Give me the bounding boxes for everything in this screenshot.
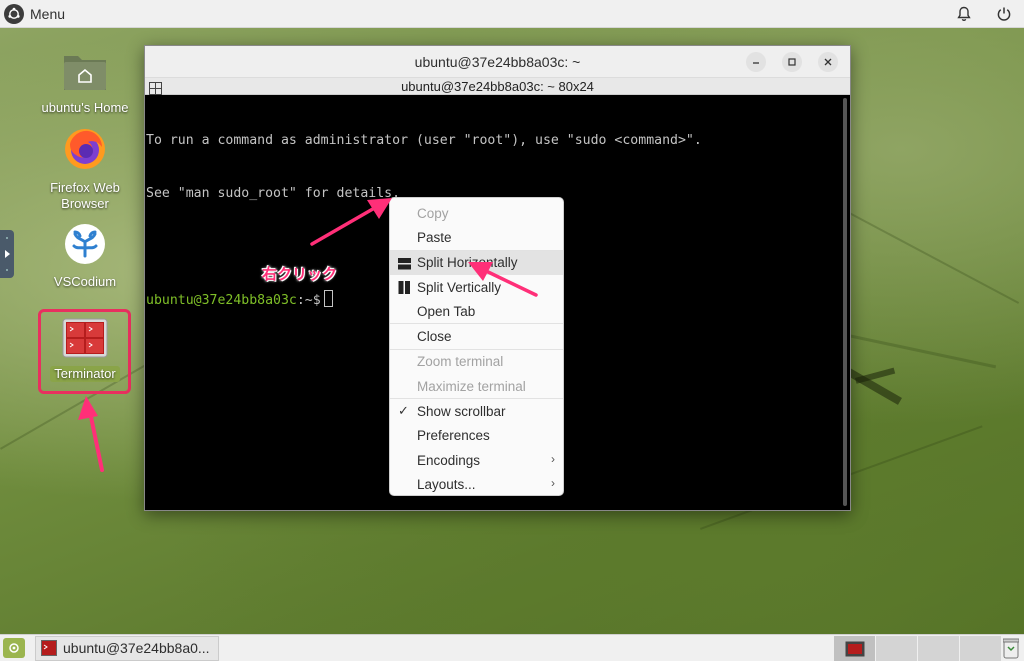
minimize-button[interactable] bbox=[746, 52, 766, 72]
chevron-right-icon: › bbox=[551, 476, 555, 491]
menu-item-copy[interactable]: Copy bbox=[390, 201, 563, 225]
menu-item-split-horizontally[interactable]: Split Horizontally bbox=[390, 250, 563, 275]
terminator-small-icon bbox=[41, 640, 57, 656]
workspace-2[interactable] bbox=[876, 636, 918, 661]
workspace-1[interactable] bbox=[834, 636, 876, 661]
split-vertical-icon bbox=[398, 280, 410, 294]
menu-label: Menu bbox=[30, 5, 66, 22]
home-folder-icon bbox=[62, 50, 108, 96]
context-menu: Copy Paste Split Horizontally Split Vert… bbox=[389, 197, 564, 496]
prompt-user: ubuntu@37e24bb8a03c bbox=[146, 292, 297, 308]
split-horizontal-icon bbox=[398, 257, 411, 270]
menu-item-preferences[interactable]: Preferences bbox=[390, 424, 563, 448]
maximize-button[interactable] bbox=[782, 52, 802, 72]
terminal-cursor bbox=[323, 289, 333, 307]
power-icon[interactable] bbox=[994, 4, 1014, 24]
check-icon: ✓ bbox=[398, 403, 409, 419]
scrollbar-thumb[interactable] bbox=[843, 98, 847, 506]
menu-button[interactable]: Menu bbox=[0, 0, 65, 28]
chevron-right-icon: › bbox=[551, 451, 555, 466]
desktop-icon-home[interactable]: ubuntu's Home bbox=[35, 50, 135, 116]
trash-icon[interactable] bbox=[1002, 637, 1020, 659]
menu-item-maximize-terminal[interactable]: Maximize terminal bbox=[390, 374, 563, 398]
notification-bell-icon[interactable] bbox=[954, 4, 974, 24]
menu-item-layouts[interactable]: Layouts... › bbox=[390, 472, 563, 496]
terminator-small-icon bbox=[845, 641, 864, 656]
terminal-line: To run a command as administrator (user … bbox=[146, 133, 702, 148]
menu-item-open-tab[interactable]: Open Tab bbox=[390, 299, 563, 323]
desktop-icon-firefox[interactable]: Firefox Web Browser bbox=[35, 126, 135, 212]
firefox-icon bbox=[62, 126, 108, 176]
menu-item-close[interactable]: Close bbox=[390, 324, 563, 348]
panel-handle[interactable] bbox=[0, 230, 14, 278]
show-desktop-button[interactable] bbox=[3, 638, 25, 658]
taskbar-item-terminal[interactable]: ubuntu@37e24bb8a0... bbox=[35, 635, 219, 661]
taskbar-item-label: ubuntu@37e24bb8a0... bbox=[63, 640, 210, 656]
menu-item-paste[interactable]: Paste bbox=[390, 225, 563, 249]
close-button[interactable] bbox=[818, 52, 838, 72]
terminal-grip-icon[interactable] bbox=[149, 80, 163, 95]
terminal-title: ubuntu@37e24bb8a03c: ~ 80x24 bbox=[401, 78, 594, 94]
window-title: ubuntu@37e24bb8a03c: ~ bbox=[414, 53, 581, 70]
terminator-highlight-box bbox=[38, 309, 131, 394]
workspace-switcher bbox=[834, 636, 1002, 661]
ubuntu-logo-icon bbox=[4, 3, 24, 24]
top-panel: Menu bbox=[0, 0, 1024, 28]
terminal-titlebar[interactable]: ubuntu@37e24bb8a03c: ~ 80x24 bbox=[145, 78, 850, 95]
vscodium-icon bbox=[63, 222, 107, 270]
annotation-right-click: 右クリック bbox=[262, 265, 338, 283]
workspace-3[interactable] bbox=[918, 636, 960, 661]
bottom-panel: ubuntu@37e24bb8a0... bbox=[0, 634, 1024, 661]
menu-item-show-scrollbar[interactable]: ✓ Show scrollbar bbox=[390, 399, 563, 423]
menu-item-split-vertically[interactable]: Split Vertically bbox=[390, 275, 563, 299]
menu-item-encodings[interactable]: Encodings › bbox=[390, 448, 563, 472]
workspace-4[interactable] bbox=[960, 636, 1002, 661]
terminal-scrollbar[interactable] bbox=[841, 96, 849, 508]
desktop-icon-vscodium[interactable]: VSCodium bbox=[35, 222, 135, 290]
menu-item-zoom-terminal[interactable]: Zoom terminal bbox=[390, 350, 563, 374]
prompt-path: :~$ bbox=[296, 292, 321, 308]
window-titlebar[interactable]: ubuntu@37e24bb8a03c: ~ bbox=[145, 46, 850, 78]
